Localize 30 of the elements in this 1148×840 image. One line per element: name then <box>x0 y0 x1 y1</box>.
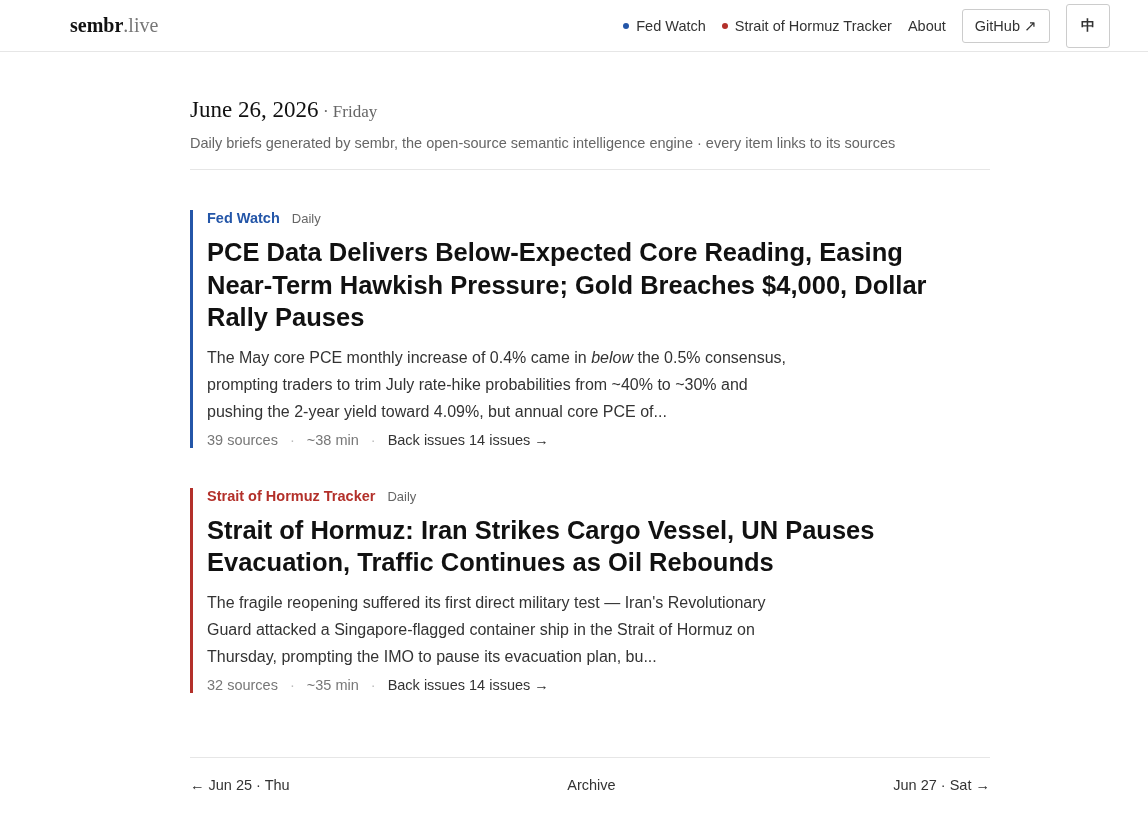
section-link[interactable]: Fed Watch <box>207 210 280 226</box>
separator-dot: · <box>289 676 295 693</box>
brief-summary: The May core PCE monthly increase of 0.4% came in below the 0.5% consensus, prompting traders to trim July rate-hike probabilities from ~40% to ~30% and pushing the 2-year yield toward 4.09%, but annual core PCE of... <box>207 347 787 422</box>
next-day-link[interactable]: Jun 27 · Sat → <box>893 776 990 793</box>
back-issues-link[interactable]: Back issues 14 issues → <box>387 431 549 448</box>
nav-link[interactable]: About <box>907 17 946 34</box>
nav-link[interactable]: Strait of Hormuz Tracker <box>721 17 892 34</box>
brief-title[interactable]: PCE Data Delivers Below-Expected Core Reading, Easing Near-Term Hawkish Pressure; Gold Breaches $4,000, Dollar Rally Pauses <box>207 236 967 334</box>
section-link[interactable]: Strait of Hormuz Tracker <box>207 487 376 504</box>
meta-text: ~35 min <box>306 676 359 693</box>
meta-text: 32 sources <box>207 676 278 693</box>
language-button[interactable]: 中 <box>1066 3 1110 48</box>
meta-text: 39 sources <box>207 431 278 448</box>
meta-text: ~38 min <box>306 431 359 448</box>
archive-link[interactable]: Archive <box>567 776 616 793</box>
back-issues-link[interactable]: Back issues 14 issues → <box>387 676 549 693</box>
separator-dot: · <box>289 431 295 448</box>
frequency-label: Daily <box>387 488 417 504</box>
separator-dot: · <box>370 676 376 693</box>
github-button[interactable]: GitHub ↗ <box>961 8 1050 43</box>
frequency-label: Daily <box>291 211 321 226</box>
brief-summary: The fragile reopening suffered its first direct military test — Iran's Revolutionary Guard attacked a Singapore-flagged container ship in the Strait of Hormuz on Thursday, prompting the IMO to pause its evacuation plan, bu... <box>207 592 767 667</box>
weekday-label: · Friday <box>322 102 378 121</box>
date-heading: June 26, 2026 <box>190 97 319 122</box>
separator-dot: · <box>370 431 376 448</box>
previous-day-link[interactable]: ← Jun 25 · Thu <box>190 776 290 793</box>
nav-link[interactable]: Fed Watch <box>623 17 706 34</box>
brief-title[interactable]: Strait of Hormuz: Iran Strikes Cargo Vessel, UN Pauses Evacuation, Traffic Continues as Oil Rebounds <box>207 513 967 579</box>
tagline: Daily briefs generated by sembr, the open-source semantic intelligence engine · every item links to its sources <box>190 135 897 151</box>
site-logo[interactable]: sembr.live <box>70 14 159 37</box>
